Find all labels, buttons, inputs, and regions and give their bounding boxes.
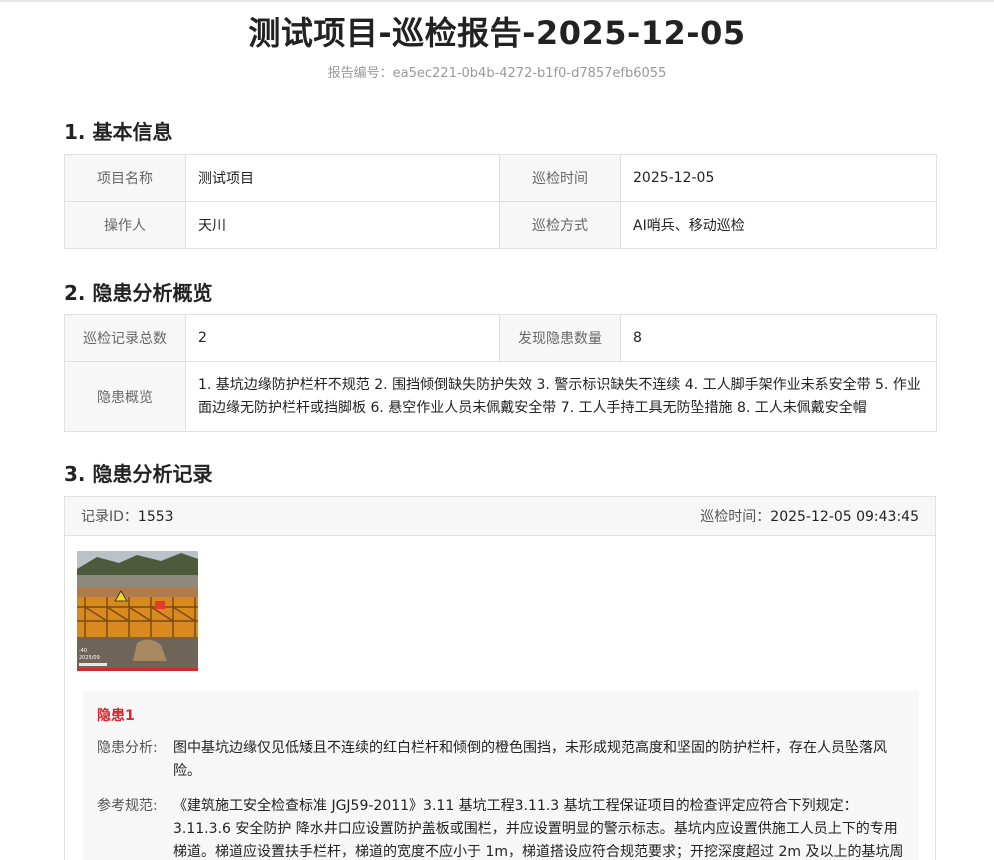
table-row: 操作人 天川 巡检方式 AI哨兵、移动巡检 (64, 201, 937, 249)
basic-info-table: 项目名称 测试项目 巡检时间 2025-12-05 操作人 天川 巡检方式 AI… (64, 154, 937, 249)
project-name-value: 测试项目 (185, 154, 500, 202)
section-hazard-records-heading: 3. 隐患分析记录 (64, 462, 213, 486)
record-id-label: 记录ID： (81, 509, 138, 525)
record-id-value: 1553 (137, 509, 174, 525)
record-header: 记录ID：1553 巡检时间：2025-12-05 09:43:45 (65, 497, 935, 536)
inspection-photo-image: :40 2025/09 (77, 551, 198, 668)
section-hazard-overview-heading: 2. 隐患分析概览 (64, 281, 213, 305)
hazard-title: 隐患1 (97, 708, 135, 724)
hazard-reference-row: 参考规范: 《建筑施工安全检查标准 JGJ59-2011》3.11 基坑工程3.… (97, 795, 905, 860)
inspection-method-label: 巡检方式 (499, 201, 621, 249)
operator-value: 天川 (185, 201, 500, 249)
hazard-reference-label: 参考规范: (97, 798, 158, 814)
inspection-photo[interactable]: :40 2025/09 (77, 551, 198, 671)
table-row: 隐患概览 1. 基坑边缘防护栏杆不规范 2. 围挡倾倒缺失防护失效 3. 警示标… (64, 361, 937, 432)
inspection-time-value: 2025-12-05 (620, 154, 937, 202)
report-number: 报告编号：ea5ec221-0b4b-4272-b1f0-d7857efb605… (0, 62, 994, 81)
report-number-label: 报告编号： (327, 66, 393, 81)
section-basic-info-heading: 1. 基本信息 (64, 120, 173, 144)
operator-label: 操作人 (64, 201, 186, 249)
hazard-analysis-label: 隐患分析: (97, 740, 158, 756)
record-time: 巡检时间：2025-12-05 09:43:45 (700, 506, 919, 526)
total-records-label: 巡检记录总数 (64, 314, 186, 362)
hazard-summary-label: 隐患概览 (64, 361, 186, 432)
hazard-reference-text: 《建筑施工安全检查标准 JGJ59-2011》3.11 基坑工程3.11.3 基… (173, 798, 904, 860)
inspection-time-label: 巡检时间 (499, 154, 621, 202)
report-title: 测试项目-巡检报告-2025-12-05 (248, 14, 746, 52)
inspection-method-value: AI哨兵、移动巡检 (620, 201, 937, 249)
record-time-label: 巡检时间： (700, 509, 771, 525)
svg-text::40: :40 (79, 648, 87, 654)
table-row: 巡检记录总数 2 发现隐患数量 8 (64, 314, 937, 362)
photo-watermark-date: 2025/09 (79, 655, 100, 661)
hazard-analysis-text: 图中基坑边缘仅见低矮且不连续的红白栏杆和倾倒的橙色围挡，未形成规范高度和坚固的防… (173, 740, 887, 779)
hazard-record-card: 记录ID：1553 巡检时间：2025-12-05 09:43:45:40 2… (64, 496, 936, 860)
hazards-found-value: 8 (620, 314, 937, 362)
report-number-value: ea5ec221-0b4b-4272-b1f0-d7857efb6055 (392, 66, 667, 81)
hazard-overview-table: 巡检记录总数 2 发现隐患数量 8 隐患概览 1. 基坑边缘防护栏杆不规范 2.… (64, 314, 937, 432)
hazards-found-label: 发现隐患数量 (499, 314, 621, 362)
project-name-label: 项目名称 (64, 154, 186, 202)
top-divider (0, 0, 994, 2)
table-row: 项目名称 测试项目 巡检时间 2025-12-05 (64, 154, 937, 202)
hazard-analysis-row: 隐患分析: 图中基坑边缘仅见低矮且不连续的红白栏杆和倾倒的橙色围挡，未形成规范高… (97, 737, 905, 783)
total-records-value: 2 (185, 314, 500, 362)
hazard-detail: 隐患1 隐患分析: 图中基坑边缘仅见低矮且不连续的红白栏杆和倾倒的橙色围挡，未形… (83, 691, 919, 860)
record-time-value: 2025-12-05 09:43:45 (770, 509, 919, 525)
record-id: 记录ID：1553 (81, 506, 174, 526)
hazard-summary-text: 1. 基坑边缘防护栏杆不规范 2. 围挡倾倒缺失防护失效 3. 警示标识缺失不连… (185, 361, 937, 432)
